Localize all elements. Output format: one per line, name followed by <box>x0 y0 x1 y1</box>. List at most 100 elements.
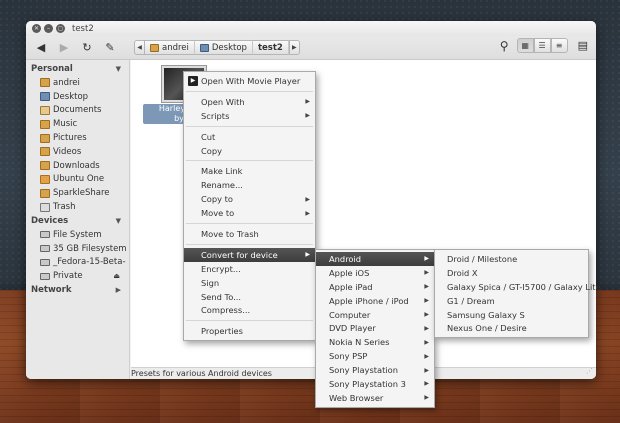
sidebar-item-videos[interactable]: Videos <box>26 145 129 159</box>
sidebar-item-label: Music <box>53 119 78 130</box>
menu-item-label: Sony Playstation 3 <box>329 378 406 389</box>
sidebar-item-sparkleshare[interactable]: SparkleShare <box>26 186 129 200</box>
sidebar-item-label: Pictures <box>53 133 87 144</box>
sidebar-item-andrei[interactable]: andrei <box>26 76 129 90</box>
device-item-computer[interactable]: Computer ▶ <box>316 308 434 322</box>
close-icon[interactable]: ✕ <box>32 24 41 33</box>
desktop-icon <box>199 43 209 52</box>
submenu-arrow-icon: ▶ <box>424 394 429 402</box>
sidebar-item-label: 35 GB Filesystem <box>53 243 127 254</box>
menu-item-scripts[interactable]: Scripts ▶ <box>184 109 315 123</box>
sidebar-item-private[interactable]: Private ⏏ <box>26 269 129 283</box>
android-item-samsung-galaxy-s[interactable]: Samsung Galaxy S <box>435 308 588 322</box>
menu-item-cut[interactable]: Cut <box>184 130 315 144</box>
music-folder-icon <box>40 119 50 129</box>
menu-item-copy-to[interactable]: Copy to ▶ <box>184 192 315 206</box>
sidebar-item-desktop[interactable]: Desktop <box>26 90 129 104</box>
sidebar-item-file-system[interactable]: File System <box>26 228 129 242</box>
list-view-icon[interactable]: ☰ <box>533 38 551 53</box>
breadcrumb-andrei[interactable]: andrei <box>145 40 195 55</box>
menu-item-send-to[interactable]: Send To... <box>184 290 315 304</box>
sidebar-item-music[interactable]: Music <box>26 117 129 131</box>
minimize-icon[interactable]: – <box>44 24 53 33</box>
menu-item-rename[interactable]: Rename... <box>184 178 315 192</box>
app-menu-icon[interactable]: ▤ <box>578 39 588 52</box>
device-item-android[interactable]: Android ▶ <box>316 252 434 266</box>
eject-icon[interactable]: ⏏ <box>113 272 120 280</box>
sidebar-section-network[interactable]: Network ▶ <box>26 283 129 297</box>
breadcrumb-right-icon[interactable]: ▶ <box>288 40 300 55</box>
window-title: test2 <box>72 23 94 34</box>
resize-grip-icon[interactable]: ⋰ <box>586 366 593 377</box>
menu-item-label: Droid X <box>447 267 478 278</box>
android-item-g1-dream[interactable]: G1 / Dream <box>435 294 588 308</box>
device-item-nokia[interactable]: Nokia N Series ▶ <box>316 335 434 349</box>
menu-item-move-to-trash[interactable]: Move to Trash <box>184 227 315 241</box>
sidebar-item-documents[interactable]: Documents <box>26 104 129 118</box>
breadcrumb-test2[interactable]: test2 <box>252 40 289 55</box>
submenu-arrow-icon: ▶ <box>424 269 429 277</box>
sidebar-item-trash[interactable]: Trash <box>26 200 129 214</box>
menu-item-label: Sign <box>201 277 220 288</box>
icon-view-icon[interactable]: ▦ <box>516 38 534 53</box>
menu-separator <box>186 90 313 92</box>
device-item-apple-ios[interactable]: Apple iOS ▶ <box>316 266 434 280</box>
maximize-icon[interactable]: ◻ <box>56 24 65 33</box>
android-item-droid-x[interactable]: Droid X <box>435 266 588 280</box>
forward-arrow-icon[interactable]: ▶ <box>55 40 73 56</box>
menu-item-label: Web Browser <box>329 392 384 403</box>
breadcrumb-desktop[interactable]: Desktop <box>194 40 253 55</box>
menu-item-label: Compress... <box>201 305 251 316</box>
menu-item-sign[interactable]: Sign <box>184 276 315 290</box>
sidebar-item-pictures[interactable]: Pictures <box>26 131 129 145</box>
device-item-sony-playstation[interactable]: Sony Playstation ▶ <box>316 363 434 377</box>
chevron-down-icon[interactable]: ▼ <box>116 65 121 73</box>
menu-item-properties[interactable]: Properties <box>184 324 315 338</box>
menu-item-label: Computer <box>329 309 371 320</box>
menu-item-label: Encrypt... <box>201 263 241 274</box>
search-icon[interactable]: ⚲ <box>500 39 509 53</box>
back-arrow-icon[interactable]: ◀ <box>32 40 50 56</box>
sidebar-item-label: Documents <box>53 105 102 116</box>
menu-separator <box>186 243 313 245</box>
sidebar-item-label: SparkleShare <box>53 188 110 199</box>
sidebar-item-fedora[interactable]: _Fedora-15-Beta- <box>26 256 129 270</box>
android-item-droid-milestone[interactable]: Droid / Milestone <box>435 252 588 266</box>
menu-item-open-with-movie-player[interactable]: ▶ Open With Movie Player <box>184 74 315 88</box>
device-item-sony-playstation-3[interactable]: Sony Playstation 3 ▶ <box>316 377 434 391</box>
compact-view-icon[interactable]: ≡ <box>550 38 568 53</box>
sidebar-section-devices[interactable]: Devices ▼ <box>26 214 129 228</box>
chevron-down-icon[interactable]: ▼ <box>116 217 121 225</box>
device-item-web-browser[interactable]: Web Browser ▶ <box>316 391 434 405</box>
menu-separator <box>186 125 313 127</box>
sidebar-item-ubuntu-one[interactable]: Ubuntu One <box>26 173 129 187</box>
device-item-sony-psp[interactable]: Sony PSP ▶ <box>316 349 434 363</box>
submenu-arrow-icon: ▶ <box>424 366 429 374</box>
reload-icon[interactable]: ↻ <box>78 40 96 56</box>
chevron-right-icon[interactable]: ▶ <box>116 286 121 294</box>
device-item-apple-ipad[interactable]: Apple iPad ▶ <box>316 280 434 294</box>
menu-item-make-link[interactable]: Make Link <box>184 164 315 178</box>
drive-icon <box>40 245 50 253</box>
menu-item-move-to[interactable]: Move to ▶ <box>184 206 315 220</box>
submenu-arrow-icon: ▶ <box>305 195 310 203</box>
menu-item-encrypt[interactable]: Encrypt... <box>184 262 315 276</box>
android-item-nexus-one[interactable]: Nexus One / Desire <box>435 321 588 335</box>
device-item-dvd-player[interactable]: DVD Player ▶ <box>316 321 434 335</box>
android-item-galaxy-spica[interactable]: Galaxy Spica / GT-I5700 / Galaxy Lite <box>435 280 601 294</box>
sidebar-item-downloads[interactable]: Downloads <box>26 159 129 173</box>
sidebar-item-35gb[interactable]: 35 GB Filesystem <box>26 242 129 256</box>
menu-item-convert-for-device[interactable]: Convert for device ▶ <box>184 247 315 262</box>
menu-item-copy[interactable]: Copy <box>184 144 315 158</box>
breadcrumb-left-icon[interactable]: ◀ <box>134 40 145 55</box>
drive-icon <box>40 258 50 266</box>
submenu-arrow-icon: ▶ <box>424 324 429 332</box>
sidebar-section-personal[interactable]: Personal ▼ <box>26 62 129 76</box>
menu-item-open-with[interactable]: Open With ▶ <box>184 95 315 109</box>
edit-location-icon[interactable]: ✎ <box>101 40 119 56</box>
menu-item-label: Apple iPhone / iPod <box>329 295 409 306</box>
submenu-arrow-icon: ▶ <box>424 352 429 360</box>
menu-item-compress[interactable]: Compress... <box>184 303 315 317</box>
device-item-apple-iphone[interactable]: Apple iPhone / iPod ▶ <box>316 294 434 308</box>
menu-item-label: Android <box>329 253 362 264</box>
